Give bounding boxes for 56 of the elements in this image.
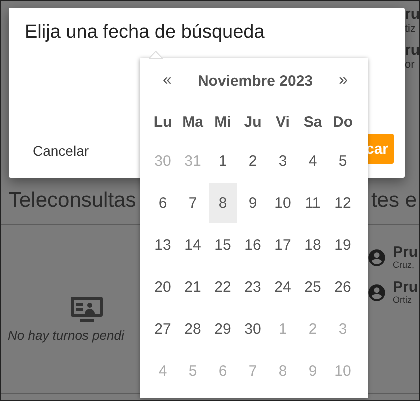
patient-name: Pru (393, 245, 418, 260)
calendar-day[interactable]: 10 (269, 183, 297, 223)
calendar-day[interactable]: 7 (179, 183, 207, 223)
patient-name: ru (405, 43, 419, 59)
calendar-day[interactable]: 19 (329, 225, 357, 265)
calendar-day[interactable]: 17 (269, 225, 297, 265)
weekday-label: Ju (244, 114, 262, 130)
section-heading: Teleconsultas (9, 189, 136, 213)
patient-name: Pru (393, 280, 418, 295)
weekday-label: Ma (182, 114, 204, 130)
calendar-day[interactable]: 14 (179, 225, 207, 265)
weekday-label: Mi (214, 114, 232, 130)
calendar-day[interactable]: 11 (299, 183, 327, 223)
calendar-day[interactable]: 23 (239, 267, 267, 307)
account-icon (367, 282, 387, 302)
calendar-day[interactable]: 22 (209, 267, 237, 307)
calendar-day[interactable]: 20 (149, 267, 177, 307)
calendar-day[interactable]: 18 (299, 225, 327, 265)
calendar-day[interactable]: 27 (149, 309, 177, 349)
month-title: Noviembre 2023 (198, 72, 314, 90)
account-icon (367, 248, 387, 268)
calendar-day[interactable]: 30 (239, 309, 267, 349)
calendar-day[interactable]: 26 (329, 267, 357, 307)
patient-detail: or (405, 59, 416, 71)
calendar-day[interactable]: 12 (329, 183, 357, 223)
calendar-day[interactable]: 21 (179, 267, 207, 307)
calendar-day[interactable]: 28 (179, 309, 207, 349)
calendar-day[interactable]: 9 (239, 183, 267, 223)
empty-message: No hay turnos pendi (8, 328, 124, 342)
calendar-day[interactable]: 8 (209, 183, 237, 223)
patient-detail: Ortiz (393, 295, 413, 305)
calendar-day[interactable]: 25 (299, 267, 327, 307)
patient-name: ru (405, 7, 419, 23)
section-heading: tes e (371, 189, 417, 213)
weekday-label: Vi (276, 114, 290, 130)
calendar-day[interactable]: 16 (239, 225, 267, 265)
calendar-day[interactable]: 15 (209, 225, 237, 265)
weekday-label: Do (333, 114, 353, 130)
cancel-button[interactable]: Cancelar (23, 137, 100, 165)
patient-detail: Cruz, (393, 260, 416, 270)
weekday-label: Sa (304, 114, 322, 130)
calendar-day[interactable]: 29 (209, 309, 237, 349)
calendar-day[interactable]: 4 (299, 141, 327, 181)
calendar-day[interactable]: 6 (149, 183, 177, 223)
calendar-day[interactable]: 13 (149, 225, 177, 265)
calendar-day[interactable]: 3 (269, 141, 297, 181)
weekday-label: Lu (154, 114, 172, 130)
video-call-icon (71, 296, 103, 322)
calendar-day[interactable]: 5 (329, 141, 357, 181)
next-month-button[interactable]: » (335, 72, 352, 90)
calendar-day[interactable]: 2 (239, 141, 267, 181)
calendar-day[interactable]: 1 (209, 141, 237, 181)
patient-detail: tiz (405, 23, 417, 35)
calendar-day[interactable]: 24 (269, 267, 297, 307)
previous-month-button[interactable]: « (159, 72, 176, 90)
dialog-title: Elija una fecha de búsqueda (24, 21, 266, 44)
